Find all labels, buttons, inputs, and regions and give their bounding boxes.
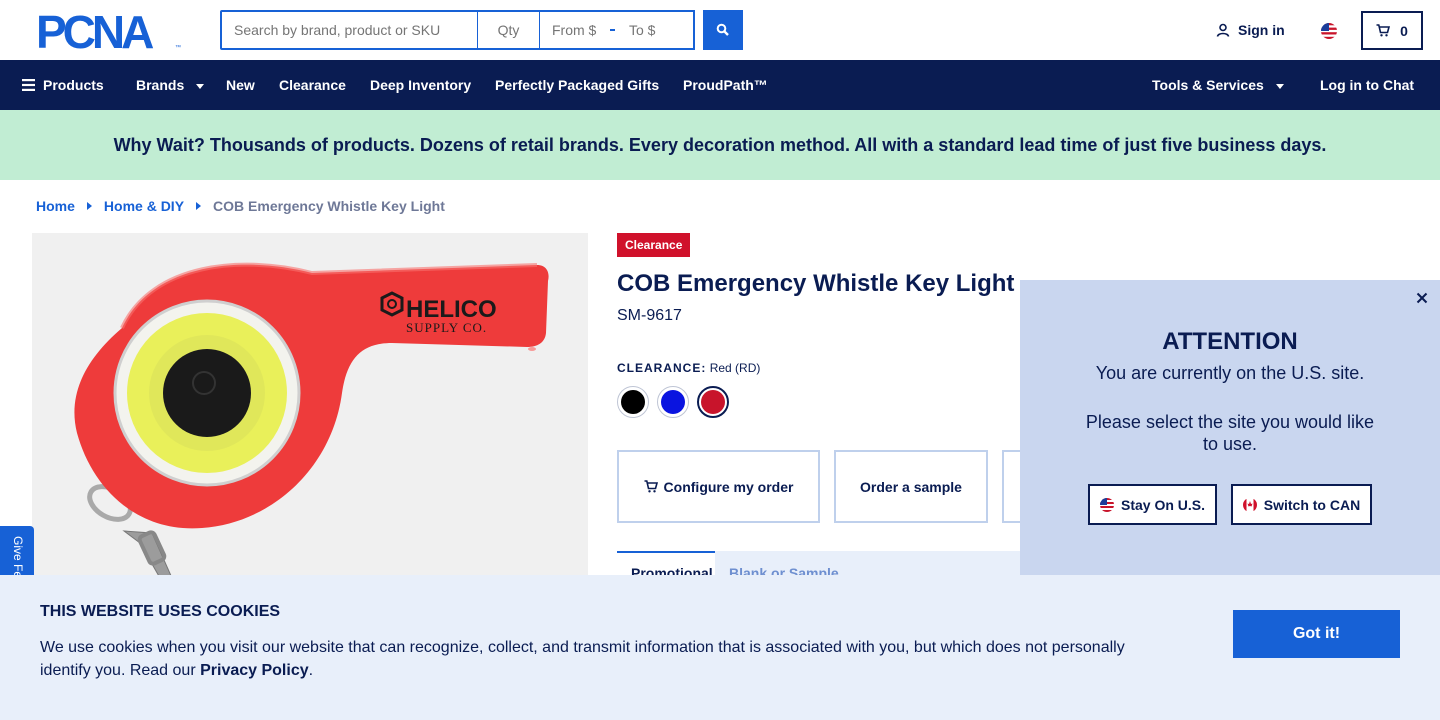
cookie-text-end: . bbox=[308, 662, 314, 679]
color-selection-heading: CLEARANCE: bbox=[617, 361, 707, 375]
color-selection-label: CLEARANCE: Red (RD) bbox=[617, 361, 760, 375]
chevron-right-icon bbox=[86, 202, 92, 210]
accept-cookies-button[interactable]: Got it! bbox=[1233, 610, 1400, 658]
nav-deep-inventory[interactable]: Deep Inventory bbox=[370, 60, 471, 110]
search-group bbox=[220, 10, 743, 50]
breadcrumb-current: COB Emergency Whistle Key Light bbox=[213, 198, 445, 214]
caret-down-icon bbox=[1275, 83, 1284, 89]
top-bar: PCNA ™ Sign in 0 bbox=[0, 0, 1440, 60]
modal-current-site-text: You are currently on the U.S. site. bbox=[1095, 363, 1365, 383]
nav-chat-label: Log in to Chat bbox=[1320, 77, 1415, 93]
promo-banner: Why Wait? Thousands of products. Dozens … bbox=[0, 110, 1440, 180]
price-to-input[interactable] bbox=[629, 22, 681, 38]
cookie-banner: THIS WEBSITE USES COOKIES We use cookies… bbox=[0, 575, 1440, 720]
chevron-right-icon bbox=[196, 202, 202, 210]
order-sample-button[interactable]: Order a sample bbox=[834, 450, 988, 523]
svg-text:PCNA: PCNA bbox=[36, 11, 153, 51]
swatch-black-color bbox=[621, 390, 645, 414]
modal-instruction-text: Please select the site you would like to… bbox=[1085, 412, 1375, 454]
search-button[interactable] bbox=[703, 10, 743, 50]
configure-order-label: Configure my order bbox=[663, 478, 794, 495]
clearance-badge: Clearance bbox=[617, 233, 691, 257]
product-sku: SM-9617 bbox=[617, 307, 682, 324]
cart-button[interactable]: 0 bbox=[1361, 11, 1423, 50]
cart-count: 0 bbox=[1400, 22, 1408, 39]
breadcrumb-home-diy[interactable]: Home & DIY bbox=[104, 198, 184, 214]
modal-title: ATTENTION bbox=[1162, 328, 1298, 355]
quantity-input[interactable] bbox=[478, 10, 540, 50]
nav-packaged-gifts[interactable]: Perfectly Packaged Gifts bbox=[495, 60, 659, 110]
cookie-title: THIS WEBSITE USES COOKIES bbox=[40, 603, 281, 620]
svg-text:™: ™ bbox=[175, 44, 181, 51]
search-input[interactable] bbox=[220, 10, 478, 50]
nav-brands[interactable]: Brands bbox=[136, 60, 205, 110]
selected-color-value: Red (RD) bbox=[709, 361, 761, 375]
product-title: COB Emergency Whistle Key Light bbox=[617, 270, 1015, 297]
order-sample-label: Order a sample bbox=[860, 478, 962, 495]
close-icon[interactable] bbox=[1414, 290, 1430, 306]
nav-new[interactable]: New bbox=[226, 60, 255, 110]
svg-text:HELICO: HELICO bbox=[406, 296, 497, 323]
nav-proudpath[interactable]: ProudPath™ bbox=[683, 60, 768, 110]
nav-brands-label: Brands bbox=[136, 77, 185, 93]
privacy-policy-link[interactable]: Privacy Policy bbox=[200, 662, 309, 679]
sign-in-label: Sign in bbox=[1238, 22, 1285, 38]
breadcrumb: Home Home & DIY COB Emergency Whistle Ke… bbox=[36, 198, 445, 214]
nav-deep-inventory-label: Deep Inventory bbox=[370, 77, 472, 93]
swatch-blue[interactable] bbox=[657, 386, 689, 418]
svg-text:SUPPLY CO.: SUPPLY CO. bbox=[406, 320, 487, 335]
stay-us-button[interactable]: Stay On U.S. bbox=[1088, 484, 1217, 525]
price-separator bbox=[610, 29, 615, 31]
nav-products-label: Products bbox=[43, 77, 104, 93]
stay-us-label: Stay On U.S. bbox=[1120, 496, 1206, 513]
user-icon bbox=[1216, 23, 1230, 37]
price-from-input[interactable] bbox=[552, 22, 604, 38]
caret-down-icon bbox=[196, 83, 205, 89]
switch-can-label: Switch to CAN bbox=[1263, 496, 1361, 513]
nav-clearance[interactable]: Clearance bbox=[279, 60, 346, 110]
us-flag-icon bbox=[1099, 497, 1114, 512]
promo-text: Why Wait? Thousands of products. Dozens … bbox=[113, 134, 1327, 155]
breadcrumb-home[interactable]: Home bbox=[36, 198, 75, 214]
nav-clearance-label: Clearance bbox=[279, 77, 346, 93]
price-range bbox=[540, 10, 695, 50]
nav-new-label: New bbox=[226, 77, 255, 93]
swatch-blue-color bbox=[661, 390, 685, 414]
pcna-logo[interactable]: PCNA ™ bbox=[36, 6, 184, 58]
cart-icon bbox=[644, 480, 658, 493]
us-flag-icon[interactable] bbox=[1321, 23, 1337, 39]
search-icon bbox=[716, 23, 729, 36]
swatch-red-color bbox=[701, 390, 725, 414]
nav-proudpath-label: ProudPath™ bbox=[683, 77, 768, 93]
main-nav: Products Brands New Clearance Deep Inven… bbox=[0, 60, 1440, 110]
nav-tools-services[interactable]: Tools & Services bbox=[1152, 60, 1284, 110]
menu-icon bbox=[22, 79, 35, 91]
sign-in-link[interactable]: Sign in bbox=[1216, 22, 1285, 38]
color-swatches bbox=[617, 386, 729, 418]
site-select-modal: ATTENTION You are currently on the U.S. … bbox=[1020, 280, 1440, 575]
cookie-text: We use cookies when you visit our websit… bbox=[40, 636, 1160, 682]
nav-packaged-gifts-label: Perfectly Packaged Gifts bbox=[495, 77, 660, 93]
nav-tools-label: Tools & Services bbox=[1152, 77, 1264, 93]
switch-can-button[interactable]: Switch to CAN bbox=[1231, 484, 1372, 525]
cart-icon bbox=[1376, 24, 1391, 37]
swatch-red[interactable] bbox=[697, 386, 729, 418]
nav-products[interactable]: Products bbox=[22, 60, 104, 110]
canada-flag-icon bbox=[1242, 497, 1257, 512]
configure-order-button[interactable]: Configure my order bbox=[617, 450, 820, 523]
swatch-black[interactable] bbox=[617, 386, 649, 418]
nav-login-chat[interactable]: Log in to Chat bbox=[1320, 60, 1414, 110]
